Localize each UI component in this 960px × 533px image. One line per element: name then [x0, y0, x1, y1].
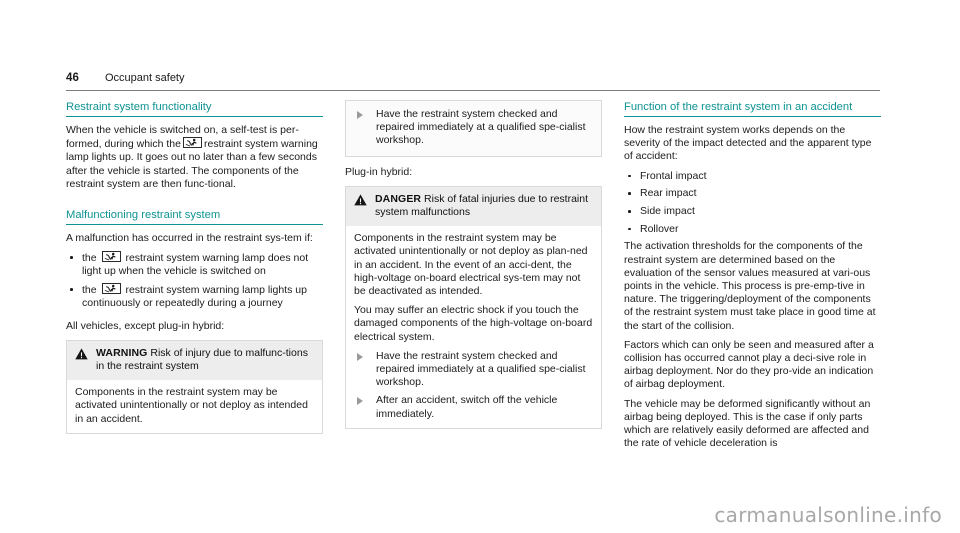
list-warning-actions-continued: Have the restraint system checked and re…: [354, 108, 593, 148]
list-item: Side impact: [624, 205, 881, 218]
column-right: Function of the restraint system in an a…: [624, 100, 881, 456]
page-columns: Restraint system functionality When the …: [66, 100, 882, 456]
paragraph-restraint-functionality: When the vehicle is switched on, a self-…: [66, 124, 323, 191]
danger-body-paragraph: You may suffer an electric shock if you …: [354, 304, 593, 343]
paragraph-post-collision-factors: Factors which can only be seen and measu…: [624, 338, 874, 391]
bullet-text-pre: the: [82, 284, 97, 297]
warning-notice-box: WARNING Risk of injury due to malfunc-ti…: [66, 339, 323, 434]
list-danger-actions: Have the restraint system checked and re…: [354, 350, 593, 421]
warning-notice-continued-box: Have the restraint system checked and re…: [345, 100, 602, 157]
action-arrow-icon: [357, 397, 363, 406]
list-item: the restraint system warning lamp does n…: [66, 251, 323, 278]
list-item: Have the restraint system checked and re…: [354, 108, 593, 148]
list-item: Rear impact: [624, 187, 881, 200]
heading-restraint-system-functionality: Restraint system functionality: [66, 100, 323, 117]
paragraph-accident-types-intro: How the restraint system works depends o…: [624, 124, 872, 163]
warning-notice-body: Components in the restraint system may b…: [67, 380, 322, 433]
warning-notice-header: WARNING Risk of injury due to malfunc-ti…: [67, 340, 322, 381]
action-arrow-icon: [357, 111, 363, 119]
label-plug-in-hybrid: Plug-in hybrid:: [345, 165, 413, 178]
site-watermark: carmanualsonline.info: [714, 503, 942, 527]
action-text: Have the restraint system checked and re…: [376, 349, 586, 389]
manual-page: 46 Occupant safety Restraint system func…: [0, 0, 960, 533]
list-accident-types: Frontal impact Rear impact Side impact R…: [624, 170, 881, 236]
restraint-system-warning-lamp-icon: [101, 251, 121, 263]
danger-notice-box: DANGER Risk of fatal injuries due to res…: [345, 185, 602, 429]
list-item: Frontal impact: [624, 170, 881, 183]
page-number: 46: [66, 72, 79, 84]
list-item: Have the restraint system checked and re…: [354, 350, 593, 390]
label-all-vehicles-except-hybrid: All vehicles, except plug-in hybrid:: [66, 319, 225, 332]
bullet-text-pre: the: [82, 252, 97, 265]
column-left: Restraint system functionality When the …: [66, 100, 323, 456]
paragraph-activation-thresholds: The activation thresholds for the compon…: [624, 240, 876, 332]
heading-function-of-restraint-system: Function of the restraint system in an a…: [624, 100, 881, 117]
list-item: Rollover: [624, 223, 881, 236]
heading-malfunctioning-restraint-system: Malfunctioning restraint system: [66, 208, 323, 226]
page-running-header: 46 Occupant safety: [66, 72, 880, 91]
warning-body-paragraph: Components in the restraint system may b…: [75, 386, 308, 425]
warning-keyword: WARNING: [96, 346, 148, 359]
action-text: After an accident, switch off the vehicl…: [376, 394, 558, 420]
list-malfunction-symptoms: the restraint system warning lamp does n…: [66, 251, 323, 310]
page-section-title: Occupant safety: [105, 72, 185, 84]
danger-body-paragraph: Components in the restraint system may b…: [354, 232, 588, 298]
restraint-system-warning-lamp-icon: [101, 283, 121, 295]
list-item: After an accident, switch off the vehicl…: [354, 394, 593, 420]
list-item: the restraint system warning lamp lights…: [66, 283, 323, 310]
danger-keyword: DANGER: [375, 192, 422, 205]
danger-notice-header: DANGER Risk of fatal injuries due to res…: [346, 186, 601, 227]
restraint-system-warning-lamp-icon: [182, 137, 202, 149]
action-text: Have the restraint system checked and re…: [376, 108, 586, 147]
danger-notice-headline: DANGER Risk of fatal injuries due to res…: [375, 193, 593, 219]
warning-triangle-icon: [354, 194, 367, 206]
paragraph-malfunction-intro: A malfunction has occurred in the restra…: [66, 232, 313, 245]
danger-notice-body: Components in the restraint system may b…: [346, 226, 601, 428]
warning-notice-headline: WARNING Risk of injury due to malfunc-ti…: [96, 347, 314, 373]
column-middle: Have the restraint system checked and re…: [345, 100, 602, 456]
action-arrow-icon: [357, 352, 363, 361]
warning-triangle-icon: [75, 348, 88, 360]
paragraph-vehicle-deformation: The vehicle may be deformed significantl…: [624, 397, 871, 450]
